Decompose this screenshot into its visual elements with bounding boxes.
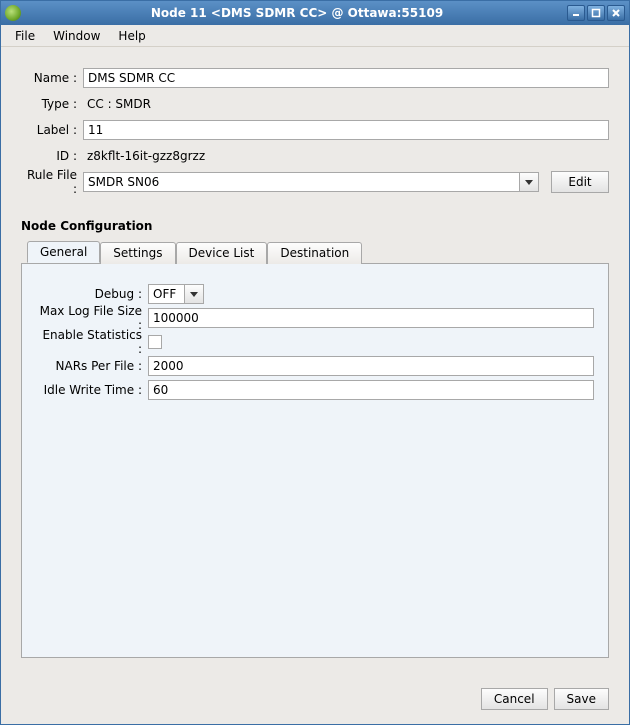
close-button[interactable] (607, 5, 625, 21)
maximize-icon (591, 8, 601, 18)
cancel-button[interactable]: Cancel (481, 688, 548, 710)
menu-file[interactable]: File (7, 27, 43, 45)
idle-label: Idle Write Time : (36, 383, 148, 397)
id-label: ID : (21, 149, 83, 163)
tab-container: General Settings Device List Destination… (21, 241, 609, 658)
type-value: CC : SMDR (83, 97, 609, 111)
nars-field[interactable] (148, 356, 594, 376)
tab-destination[interactable]: Destination (267, 242, 362, 264)
tab-panel-general: Debug : Max Log File Size : E (21, 263, 609, 658)
type-label: Type : (21, 97, 83, 111)
window-title: Node 11 <DMS SDMR CC> @ Ottawa:55109 (27, 6, 567, 20)
label-label: Label : (21, 123, 83, 137)
rulefile-field[interactable] (83, 172, 519, 192)
app-window: Node 11 <DMS SDMR CC> @ Ottawa:55109 Fil… (0, 0, 630, 725)
rulefile-combo[interactable] (83, 172, 539, 192)
menubar: File Window Help (1, 25, 629, 47)
menu-window[interactable]: Window (45, 27, 108, 45)
close-icon (611, 8, 621, 18)
minimize-button[interactable] (567, 5, 585, 21)
tab-settings[interactable]: Settings (100, 242, 175, 264)
tab-device-list[interactable]: Device List (176, 242, 268, 264)
label-field[interactable] (83, 120, 609, 140)
footer: Cancel Save (1, 678, 629, 724)
tab-bar: General Settings Device List Destination (27, 241, 609, 263)
edit-button[interactable]: Edit (551, 171, 609, 193)
save-button[interactable]: Save (554, 688, 609, 710)
tab-general[interactable]: General (27, 241, 100, 263)
enablestats-label: Enable Statistics : (36, 328, 148, 356)
debug-combo[interactable] (148, 284, 204, 304)
section-title: Node Configuration (21, 219, 609, 233)
name-label: Name : (21, 71, 83, 85)
chevron-down-icon (525, 180, 533, 185)
node-config-section: Node Configuration General Settings Devi… (21, 219, 609, 658)
debug-label: Debug : (36, 287, 148, 301)
idle-field[interactable] (148, 380, 594, 400)
titlebar: Node 11 <DMS SDMR CC> @ Ottawa:55109 (1, 1, 629, 25)
id-value: z8kflt-16it-gzz8grzz (83, 149, 609, 163)
rulefile-label: Rule File : (21, 168, 83, 196)
app-icon (5, 5, 21, 21)
maxlog-field[interactable] (148, 308, 594, 328)
debug-dropdown-button[interactable] (184, 284, 204, 304)
nars-label: NARs Per File : (36, 359, 148, 373)
rulefile-dropdown-button[interactable] (519, 172, 539, 192)
menu-help[interactable]: Help (110, 27, 153, 45)
enablestats-checkbox[interactable] (148, 335, 162, 349)
name-field[interactable] (83, 68, 609, 88)
content-area: Name : Type : CC : SMDR Label : ID : z8k… (1, 47, 629, 678)
window-controls (567, 5, 625, 21)
maximize-button[interactable] (587, 5, 605, 21)
chevron-down-icon (190, 292, 198, 297)
minimize-icon (571, 8, 581, 18)
debug-field[interactable] (148, 284, 184, 304)
